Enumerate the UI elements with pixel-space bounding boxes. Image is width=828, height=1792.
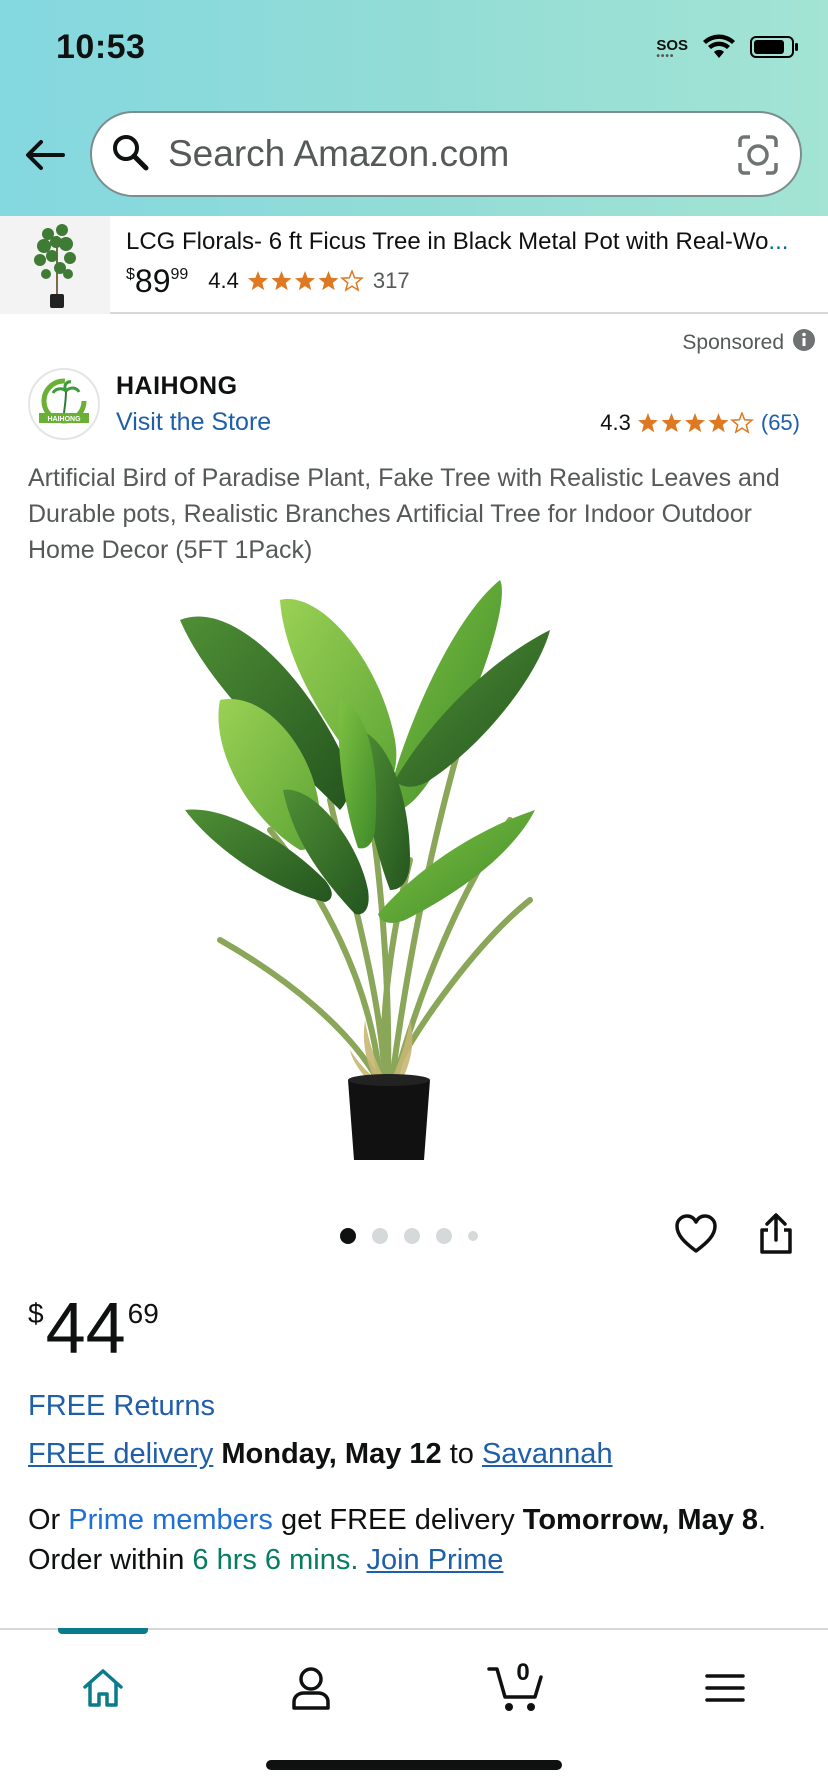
status-time: 10:53 — [56, 28, 146, 66]
related-product-rating: 4.4 317 — [208, 268, 409, 294]
app-header: 10:53 SOS — [0, 0, 828, 216]
nav-menu[interactable] — [690, 1658, 760, 1718]
sponsored-label[interactable]: Sponsored — [682, 328, 816, 358]
camera-lens-icon[interactable] — [736, 133, 780, 182]
arrow-left-icon — [26, 140, 65, 170]
carousel-dot[interactable] — [404, 1228, 420, 1244]
share-icon — [760, 1213, 792, 1254]
related-product-meta: $ 89 99 4.4 317 — [126, 264, 410, 298]
related-product-thumbnail[interactable] — [0, 216, 110, 314]
brand-name: HAIHONG — [116, 372, 238, 400]
svg-text:HAIHONG: HAIHONG — [47, 416, 81, 423]
product-rating[interactable]: 4.3 (65) — [600, 410, 800, 436]
product-image[interactable] — [180, 560, 650, 1166]
prime-members-link[interactable]: Prime members — [68, 1504, 273, 1536]
cart-icon: 0 — [487, 1659, 547, 1713]
related-product-title[interactable]: LCG Florals- 6 ft Ficus Tree in Black Me… — [126, 228, 806, 256]
image-carousel-dots[interactable] — [340, 1228, 478, 1244]
search-input[interactable] — [168, 133, 708, 175]
sos-indicator: SOS — [656, 37, 688, 62]
battery-icon — [750, 35, 800, 64]
heart-icon — [675, 1214, 717, 1253]
search-bar[interactable] — [90, 111, 802, 197]
free-delivery-link[interactable]: FREE delivery — [28, 1438, 213, 1470]
product-price: $ 44 69 — [28, 1289, 159, 1369]
menu-icon — [705, 1674, 745, 1702]
info-icon[interactable] — [792, 328, 816, 358]
search-icon — [110, 132, 150, 177]
review-count[interactable]: (65) — [761, 410, 800, 436]
carousel-dot[interactable] — [436, 1228, 452, 1244]
brand-logo[interactable]: HAIHONG — [28, 368, 100, 440]
carousel-dot[interactable] — [340, 1228, 356, 1244]
free-returns-link[interactable]: FREE Returns — [28, 1390, 215, 1423]
account-icon — [292, 1667, 330, 1710]
nav-cart[interactable]: 0 — [482, 1658, 552, 1718]
prime-delivery-date: Tomorrow, May 8 — [522, 1504, 759, 1536]
delivery-location-link[interactable]: Savannah — [482, 1438, 613, 1470]
carousel-dot[interactable] — [372, 1228, 388, 1244]
nav-home[interactable] — [68, 1658, 138, 1718]
related-rating-value: 4.4 — [208, 268, 239, 293]
prime-delivery-info: Or Prime members get FREE delivery Tomor… — [28, 1504, 767, 1576]
related-review-count: 317 — [372, 268, 410, 293]
status-icons: SOS — [656, 34, 800, 65]
wishlist-button[interactable] — [674, 1214, 718, 1259]
title-ellipsis: ... — [768, 228, 789, 255]
star-rating-icons — [637, 412, 755, 434]
share-button[interactable] — [756, 1212, 796, 1261]
related-product-price: $ 89 99 — [126, 263, 189, 299]
star-rating-icons — [247, 270, 365, 292]
order-countdown: 6 hrs 6 mins. — [192, 1544, 359, 1576]
cart-count: 0 — [516, 1659, 530, 1686]
active-tab-indicator — [58, 1628, 148, 1634]
carousel-dot[interactable] — [468, 1231, 478, 1241]
product-title: Artificial Bird of Paradise Plant, Fake … — [28, 464, 780, 564]
home-icon — [83, 1669, 123, 1707]
delivery-info: FREE delivery Monday, May 12 to Savannah — [28, 1438, 613, 1470]
related-product-banner[interactable]: LCG Florals- 6 ft Ficus Tree in Black Me… — [0, 216, 828, 314]
delivery-date: Monday, May 12 — [221, 1438, 442, 1470]
visit-store-link[interactable]: Visit the Store — [116, 408, 271, 437]
join-prime-link[interactable]: Join Prime — [366, 1544, 503, 1576]
back-button[interactable] — [20, 130, 70, 180]
home-indicator[interactable] — [266, 1760, 562, 1770]
nav-account[interactable] — [276, 1658, 346, 1718]
rating-value: 4.3 — [600, 410, 631, 435]
wifi-icon — [702, 34, 736, 65]
